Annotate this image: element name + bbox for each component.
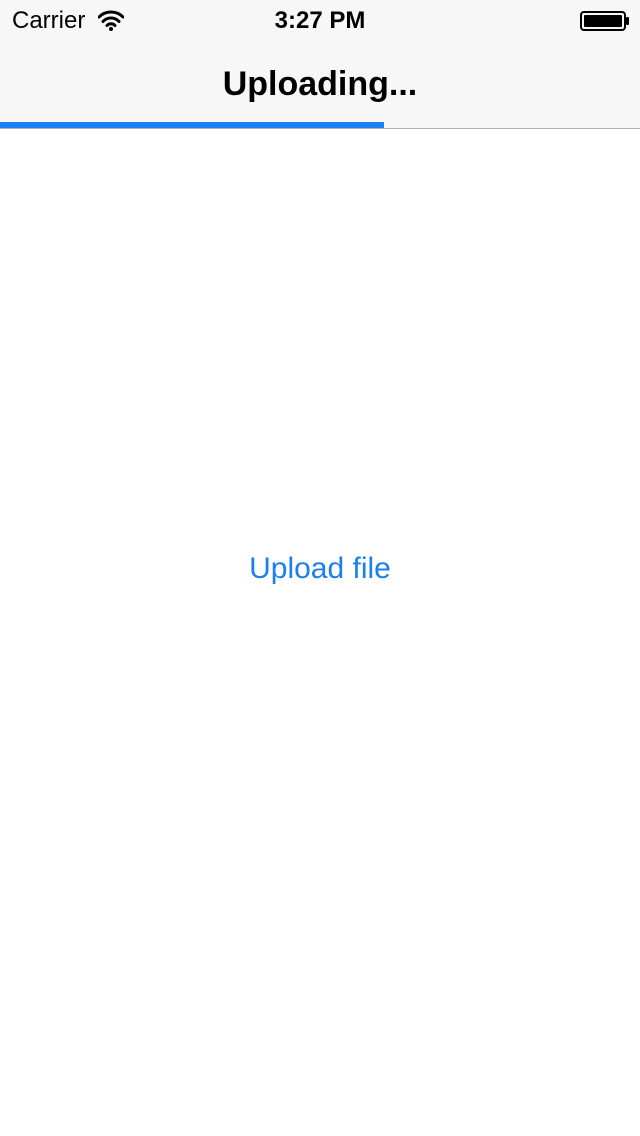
top-chrome: Carrier 3:27 PM Uploading... (0, 0, 640, 128)
app-screen: Carrier 3:27 PM Uploading... Upload file (0, 0, 640, 1136)
nav-divider (0, 128, 640, 129)
upload-file-button[interactable]: Upload file (0, 548, 640, 590)
navigation-bar: Uploading... (0, 40, 640, 128)
status-bar: Carrier 3:27 PM (0, 0, 640, 40)
nav-title: Uploading... (222, 65, 418, 103)
status-time: 3:27 PM (274, 7, 366, 34)
battery-icon (580, 11, 629, 31)
